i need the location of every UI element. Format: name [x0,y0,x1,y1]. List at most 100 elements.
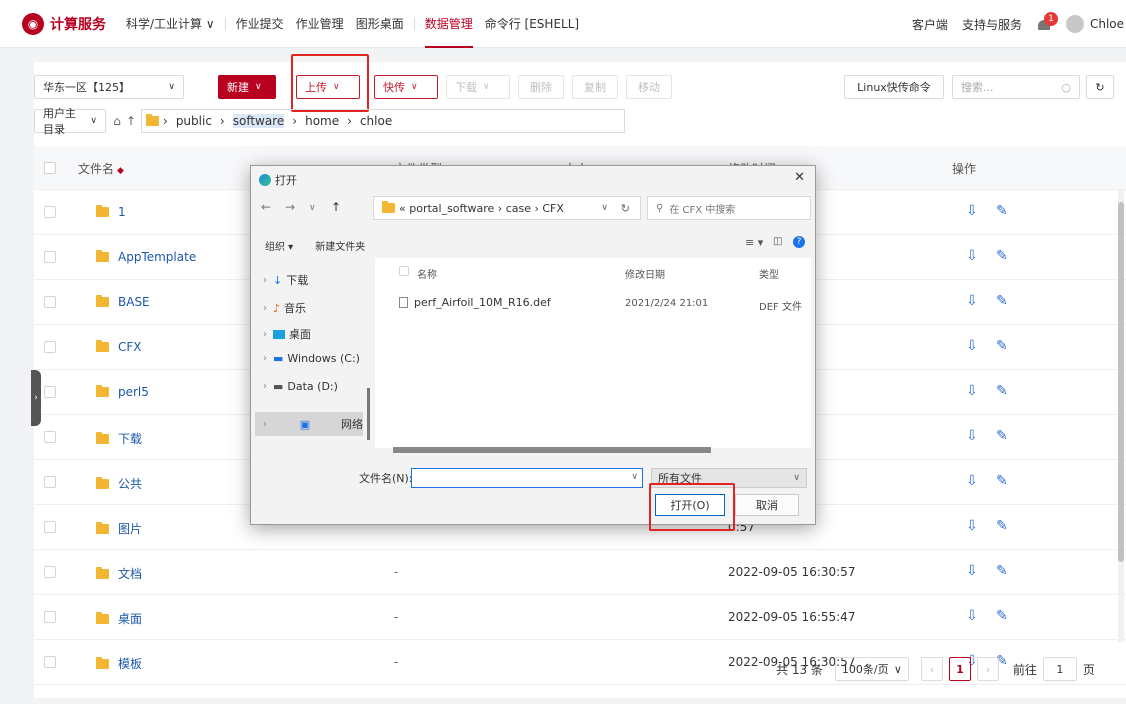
chevron-down-icon[interactable]: ∨ [631,472,638,482]
current-page[interactable]: 1 [948,657,971,681]
move-button[interactable]: 移动 [626,75,672,99]
download-icon[interactable]: ⇩ [966,518,978,534]
nav-science[interactable]: 科学/工业计算 ∨ [120,0,221,48]
new-folder-button[interactable]: 新建文件夹 [315,238,365,253]
back-arrow-icon[interactable]: ← [261,200,271,214]
prev-page-button[interactable]: ‹ [920,657,943,681]
download-icon[interactable]: ⇩ [966,473,978,489]
row-checkbox[interactable] [44,206,56,218]
edit-icon[interactable]: ✎ [996,338,1008,354]
file-name-link[interactable]: 公共 [96,475,142,492]
breadcrumb-item[interactable]: chloe [360,114,392,128]
download-icon[interactable]: ⇩ [966,428,978,444]
download-icon[interactable]: ⇩ [966,338,978,354]
edit-icon[interactable]: ✎ [996,293,1008,309]
file-name-link[interactable]: CFX [96,340,142,354]
row-checkbox[interactable] [44,521,56,533]
region-select[interactable]: 华东一区【125】 ∨ [34,75,184,99]
user-name[interactable]: Chloe [1090,17,1124,31]
file-name-link[interactable]: AppTemplate [96,250,196,264]
list-header-name[interactable]: 名称 [417,266,437,281]
file-name-link[interactable]: 文档 [96,565,142,582]
delete-button[interactable]: 删除 [518,75,564,99]
download-icon[interactable]: ⇩ [966,563,978,579]
file-name-link[interactable]: 桌面 [96,610,142,627]
file-name-link[interactable]: 模板 [96,655,142,672]
file-row[interactable]: perf_Airfoil_10M_R16.def [399,296,551,309]
row-checkbox[interactable] [44,611,56,623]
download-icon[interactable]: ⇩ [966,248,978,264]
row-checkbox[interactable] [44,566,56,578]
file-name-link[interactable]: BASE [96,295,150,309]
next-page-button[interactable]: › [976,657,999,681]
download-button[interactable]: 下载 ∨ [446,75,510,99]
tree-item-drive-c[interactable]: › ▬ Windows (C:) [263,352,360,365]
row-checkbox[interactable] [44,341,56,353]
edit-icon[interactable]: ✎ [996,248,1008,264]
new-button[interactable]: 新建 ∨ [218,75,276,99]
tree-item-downloads[interactable]: › ↓ 下载 [263,272,308,288]
file-name-link[interactable]: perl5 [96,385,149,399]
edit-icon[interactable]: ✎ [996,518,1008,534]
nav-job-manage[interactable]: 作业管理 [290,0,350,48]
goto-page-input[interactable]: 1 [1042,657,1077,681]
edit-icon[interactable]: ✎ [996,428,1008,444]
dialog-search-input[interactable]: ⚲ 在 CFX 中搜索 [647,196,811,220]
tree-item-drive-d[interactable]: › ▬ Data (D:) [263,380,338,393]
download-icon[interactable]: ⇩ [966,203,978,219]
row-checkbox[interactable] [44,386,56,398]
table-row[interactable]: 桌面 - 2022-09-05 16:55:47 ⇩ ✎ [34,595,1126,640]
file-list-scrollbar[interactable] [393,447,711,453]
refresh-icon[interactable]: ↻ [621,202,630,215]
support-link[interactable]: 支持与服务 [962,16,1022,33]
file-name-link[interactable]: 1 [96,205,126,219]
edit-icon[interactable]: ✎ [996,203,1008,219]
home-icon[interactable]: ⌂ [110,109,124,133]
download-icon[interactable]: ⇩ [966,293,978,309]
filename-input[interactable]: ∨ [411,468,643,488]
copy-button[interactable]: 复制 [572,75,618,99]
tree-item-music[interactable]: › ♪ 音乐 [263,300,306,316]
root-select[interactable]: 用户主目录 ∨ [34,107,106,136]
arrow-up-icon[interactable]: ↑ [124,109,138,133]
side-collapse-tab[interactable]: › [31,370,41,426]
tree-item-desktop[interactable]: › 桌面 [263,326,311,342]
breadcrumb[interactable]: › public › software › home › chloe [141,109,625,133]
nav-job-submit[interactable]: 作业提交 [230,0,290,48]
download-icon[interactable]: ⇩ [966,383,978,399]
tree-scrollbar[interactable] [367,388,370,440]
list-select-all-checkbox[interactable] [399,266,409,276]
per-page-select[interactable]: 100条/页 ∨ [834,657,909,681]
file-name-link[interactable]: 图片 [96,520,142,537]
refresh-icon[interactable]: ↻ [1086,75,1114,99]
row-checkbox[interactable] [44,251,56,263]
cancel-button[interactable]: 取消 [735,494,799,516]
breadcrumb-item[interactable]: software [232,114,285,128]
table-scrollbar-thumb[interactable] [1118,202,1124,562]
tree-item-network[interactable]: › ▣ 网络 [255,412,363,436]
avatar[interactable] [1065,15,1084,33]
breadcrumb-item[interactable]: home [305,114,339,128]
nav-desktop[interactable]: 图形桌面 [350,0,410,48]
forward-arrow-icon[interactable]: → [285,200,295,214]
nav-data-manage[interactable]: 数据管理 [419,0,479,48]
edit-icon[interactable]: ✎ [996,563,1008,579]
row-checkbox[interactable] [44,431,56,443]
chevron-down-icon[interactable]: ∨ [309,203,316,213]
col-header-name[interactable]: 文件名 ◆ [78,160,124,177]
help-icon[interactable]: ? [793,236,805,248]
list-header-date[interactable]: 修改日期 [625,266,665,281]
preview-pane-icon[interactable]: ◫ [773,236,782,247]
organize-button[interactable]: 组织 ▾ [265,238,293,253]
search-input[interactable]: 搜索... ○ [952,75,1080,99]
breadcrumb-item[interactable]: public [176,114,212,128]
brand-logo[interactable]: ◉ 计算服务 [22,13,106,35]
arrow-up-icon[interactable]: ↑ [331,200,341,214]
edit-icon[interactable]: ✎ [996,608,1008,624]
fast-transfer-button[interactable]: 快传 ∨ [374,75,438,99]
edit-icon[interactable]: ✎ [996,473,1008,489]
row-checkbox[interactable] [44,656,56,668]
linux-command-button[interactable]: Linux快传命令 [844,75,944,99]
view-options-icon[interactable]: ≡ ▾ [745,236,763,249]
notification-bell-icon[interactable]: 1 [1036,12,1058,32]
